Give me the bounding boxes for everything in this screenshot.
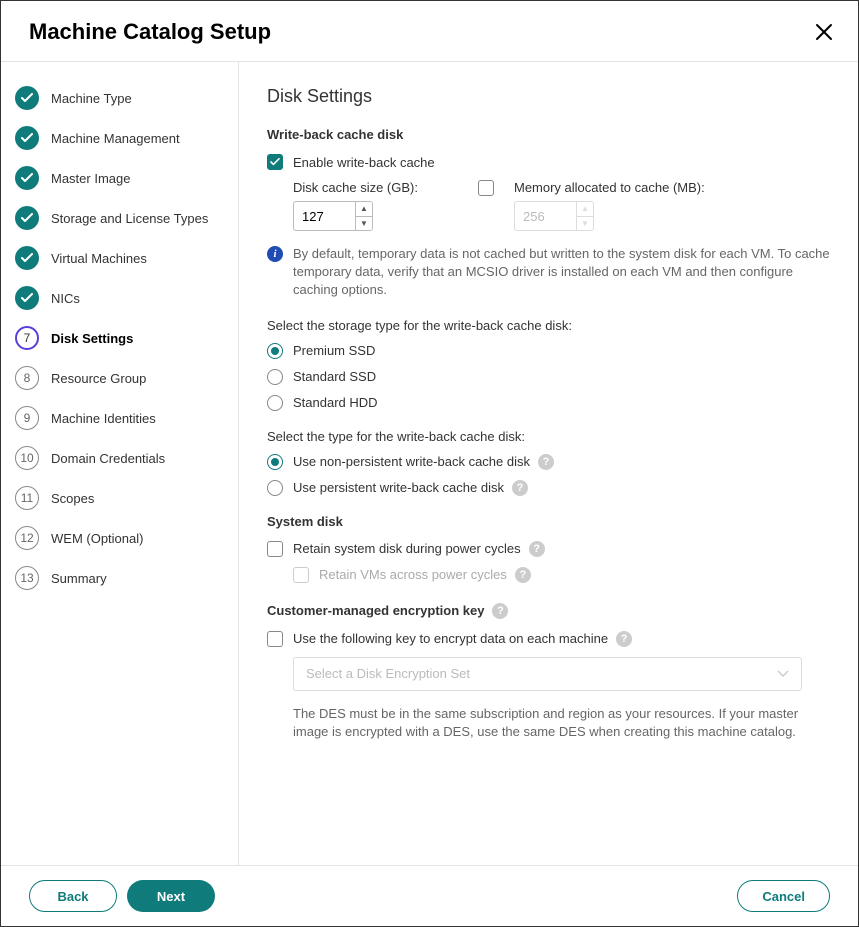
check-icon <box>15 86 39 110</box>
radio-icon <box>267 343 283 359</box>
step-label: Machine Management <box>51 131 180 146</box>
radio-label: Premium SSD <box>293 343 375 358</box>
step-number: 11 <box>15 486 39 510</box>
mem-cache-checkbox[interactable] <box>478 180 494 196</box>
cmek-section-title: Customer-managed encryption key ? <box>267 603 830 619</box>
help-icon[interactable]: ? <box>515 567 531 583</box>
panel-heading: Disk Settings <box>267 86 830 107</box>
check-icon <box>15 286 39 310</box>
info-text: By default, temporary data is not cached… <box>293 245 830 300</box>
help-icon[interactable]: ? <box>616 631 632 647</box>
step-label: Domain Credentials <box>51 451 165 466</box>
des-select: Select a Disk Encryption Set <box>293 657 802 691</box>
retain-system-checkbox[interactable] <box>267 541 283 557</box>
page-title: Machine Catalog Setup <box>29 19 271 45</box>
storage-type-label: Select the storage type for the write-ba… <box>267 318 830 333</box>
radio-icon <box>267 454 283 470</box>
chevron-down-icon <box>777 666 789 681</box>
step-number: 10 <box>15 446 39 470</box>
help-icon[interactable]: ? <box>538 454 554 470</box>
mem-cache-label: Memory allocated to cache (MB): <box>514 180 705 195</box>
step-scopes[interactable]: 11 Scopes <box>15 486 226 510</box>
step-virtual-machines[interactable]: Virtual Machines <box>15 246 226 270</box>
step-machine-management[interactable]: Machine Management <box>15 126 226 150</box>
help-icon[interactable]: ? <box>529 541 545 557</box>
disk-cache-input[interactable] <box>293 201 355 231</box>
step-storage-license[interactable]: Storage and License Types <box>15 206 226 230</box>
enable-wbc-checkbox[interactable] <box>267 154 283 170</box>
mem-cache-input <box>514 201 576 231</box>
close-icon[interactable] <box>814 22 834 42</box>
radio-standard-hdd[interactable]: Standard HDD <box>267 395 830 411</box>
disk-cache-down-icon[interactable]: ▼ <box>356 217 372 231</box>
step-resource-group[interactable]: 8 Resource Group <box>15 366 226 390</box>
step-number: 8 <box>15 366 39 390</box>
radio-icon <box>267 369 283 385</box>
step-wem[interactable]: 12 WEM (Optional) <box>15 526 226 550</box>
help-icon[interactable]: ? <box>492 603 508 619</box>
radio-icon <box>267 395 283 411</box>
step-label: Machine Type <box>51 91 132 106</box>
system-disk-section-title: System disk <box>267 514 830 529</box>
cancel-button[interactable]: Cancel <box>737 880 830 912</box>
step-domain-credentials[interactable]: 10 Domain Credentials <box>15 446 226 470</box>
step-label: Storage and License Types <box>51 211 208 226</box>
radio-label: Use persistent write-back cache disk <box>293 480 504 495</box>
step-machine-type[interactable]: Machine Type <box>15 86 226 110</box>
radio-label: Standard HDD <box>293 395 378 410</box>
radio-persistent[interactable]: Use persistent write-back cache disk ? <box>267 480 830 496</box>
info-icon: i <box>267 246 283 262</box>
step-number: 13 <box>15 566 39 590</box>
step-machine-identities[interactable]: 9 Machine Identities <box>15 406 226 430</box>
use-key-checkbox[interactable] <box>267 631 283 647</box>
check-icon <box>15 166 39 190</box>
next-button[interactable]: Next <box>127 880 215 912</box>
step-number: 9 <box>15 406 39 430</box>
footer: Back Next Cancel <box>1 865 858 926</box>
step-label: Virtual Machines <box>51 251 147 266</box>
check-icon <box>15 246 39 270</box>
disk-type-label: Select the type for the write-back cache… <box>267 429 830 444</box>
step-label: Machine Identities <box>51 411 156 426</box>
des-note: The DES must be in the same subscription… <box>293 705 810 743</box>
mem-cache-up-icon: ▲ <box>577 202 593 217</box>
retain-vms-label: Retain VMs across power cycles <box>319 567 507 582</box>
step-label: Scopes <box>51 491 94 506</box>
radio-nonpersistent[interactable]: Use non-persistent write-back cache disk… <box>267 454 830 470</box>
des-placeholder: Select a Disk Encryption Set <box>306 666 470 681</box>
mem-cache-down-icon: ▼ <box>577 217 593 231</box>
step-label: Master Image <box>51 171 130 186</box>
step-number: 12 <box>15 526 39 550</box>
check-icon <box>15 126 39 150</box>
radio-premium-ssd[interactable]: Premium SSD <box>267 343 830 359</box>
help-icon[interactable]: ? <box>512 480 528 496</box>
radio-icon <box>267 480 283 496</box>
wbc-section-title: Write-back cache disk <box>267 127 830 142</box>
radio-label: Standard SSD <box>293 369 376 384</box>
step-summary[interactable]: 13 Summary <box>15 566 226 590</box>
radio-standard-ssd[interactable]: Standard SSD <box>267 369 830 385</box>
back-button[interactable]: Back <box>29 880 117 912</box>
step-label: Summary <box>51 571 107 586</box>
main-panel: Disk Settings Write-back cache disk Enab… <box>239 62 858 865</box>
step-master-image[interactable]: Master Image <box>15 166 226 190</box>
step-nics[interactable]: NICs <box>15 286 226 310</box>
use-key-label: Use the following key to encrypt data on… <box>293 631 608 646</box>
step-label: Disk Settings <box>51 331 133 346</box>
step-label: NICs <box>51 291 80 306</box>
step-label: WEM (Optional) <box>51 531 143 546</box>
step-number: 7 <box>15 326 39 350</box>
retain-system-label: Retain system disk during power cycles <box>293 541 521 556</box>
wizard-sidebar: Machine Type Machine Management Master I… <box>1 62 239 865</box>
disk-cache-label: Disk cache size (GB): <box>293 180 418 195</box>
enable-wbc-label: Enable write-back cache <box>293 155 435 170</box>
cmek-title-text: Customer-managed encryption key <box>267 603 484 618</box>
step-label: Resource Group <box>51 371 146 386</box>
radio-label: Use non-persistent write-back cache disk <box>293 454 530 469</box>
step-disk-settings[interactable]: 7 Disk Settings <box>15 326 226 350</box>
check-icon <box>15 206 39 230</box>
disk-cache-up-icon[interactable]: ▲ <box>356 202 372 217</box>
retain-vms-checkbox <box>293 567 309 583</box>
